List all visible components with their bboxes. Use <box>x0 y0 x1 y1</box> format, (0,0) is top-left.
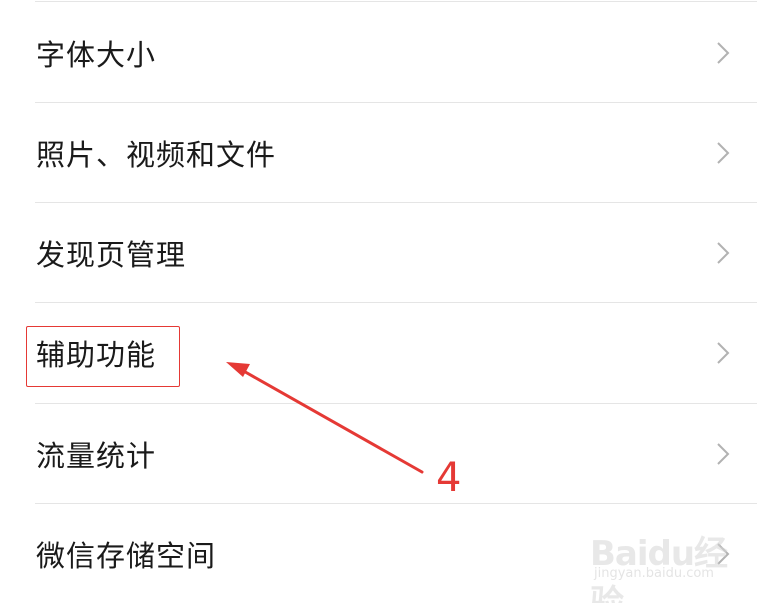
chevron-right-icon <box>717 142 730 164</box>
annotation-step-number: 4 <box>436 455 462 501</box>
annotation-highlight-box <box>26 326 180 387</box>
settings-item-label: 字体大小 <box>36 38 157 72</box>
watermark-logo: Baidu经验 jingyan.baidu.com <box>590 522 760 603</box>
settings-item-label: 微信存储空间 <box>36 539 217 573</box>
settings-page: 字体大小 照片、视频和文件 发现页管理 辅助功能 流量统计 微信存储空间 4 B… <box>0 0 772 603</box>
settings-item-data-usage[interactable]: 流量统计 <box>0 404 772 504</box>
settings-item-label: 流量统计 <box>36 439 157 473</box>
settings-item-label: 发现页管理 <box>36 238 187 272</box>
settings-item-media-files[interactable]: 照片、视频和文件 <box>0 103 772 203</box>
divider <box>35 1 757 2</box>
watermark-logo-text: Baidu经验 <box>590 534 728 603</box>
settings-item-discover-management[interactable]: 发现页管理 <box>0 203 772 303</box>
chevron-right-icon <box>717 42 730 64</box>
chevron-right-icon <box>717 443 730 465</box>
chevron-right-icon <box>717 242 730 264</box>
settings-item-label: 照片、视频和文件 <box>36 138 277 172</box>
chevron-right-icon <box>717 342 730 364</box>
watermark-url: jingyan.baidu.com <box>594 566 714 581</box>
settings-item-font-size[interactable]: 字体大小 <box>0 3 772 103</box>
